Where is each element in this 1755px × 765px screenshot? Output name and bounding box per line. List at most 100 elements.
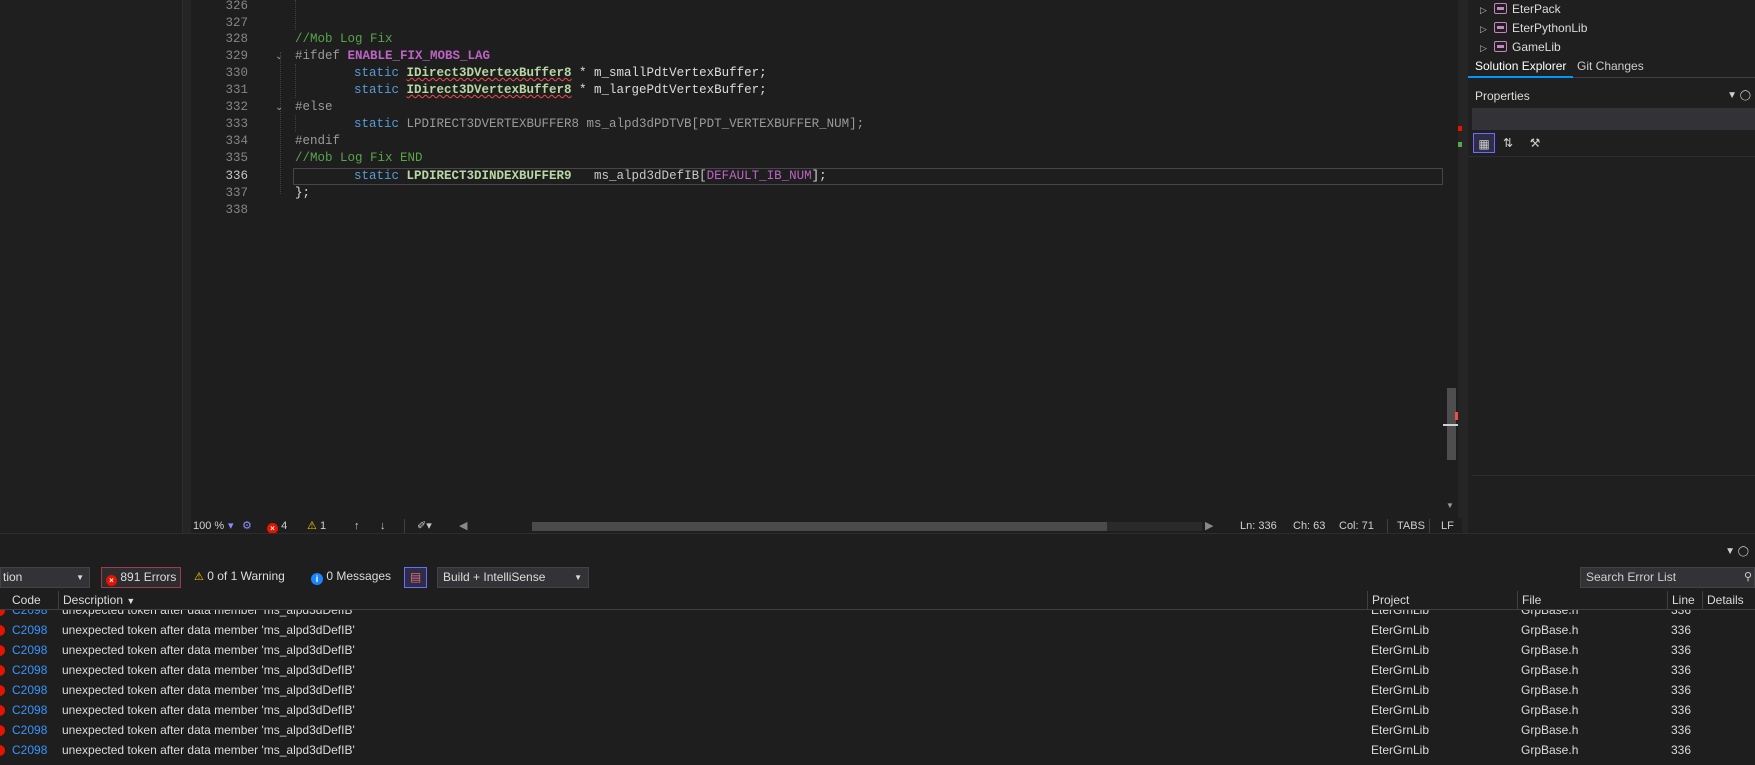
solution-tree-item[interactable]: ▷ EterPack [1480,0,1561,19]
cursor-line[interactable]: Ln: 336 [1240,519,1277,534]
categorized-icon[interactable]: ▦ [1473,133,1495,153]
error-list-rows: C2098 unexpected token after data member… [0,610,1755,765]
cleanup-icon[interactable]: ✐▾ [417,519,432,534]
table-row[interactable]: C2098 unexpected token after data member… [0,720,1755,740]
editor-vertical-scrollbar[interactable]: ▼ [1443,0,1459,518]
alphabetical-icon[interactable]: ⇅ [1497,133,1519,153]
preprocessor: #ifdef [295,49,348,63]
cursor-column[interactable]: Col: 71 [1339,519,1374,534]
build-source-dropdown[interactable]: Build + IntelliSense ▼ [437,567,589,588]
line-number: 326 [225,0,248,13]
error-code[interactable]: C2098 [12,660,47,680]
solution-tree-item[interactable]: ▷ EterPythonLib [1480,19,1587,38]
code-line-335: //Mob Log Fix END [295,150,423,167]
scrollbar-thumb[interactable] [532,522,1107,531]
left-splitter[interactable] [183,0,191,533]
error-file: GrpBase.h [1521,663,1579,677]
panel-controls[interactable]: ▼ ◯ [1727,85,1751,107]
table-row[interactable]: C2098 unexpected token after data member… [0,660,1755,680]
scroll-left-icon[interactable]: ◀ [459,519,467,534]
error-icon [0,725,5,736]
table-row[interactable]: C2098 unexpected token after data member… [0,680,1755,700]
table-row[interactable]: C2098 unexpected token after data member… [0,610,1755,620]
divider [1387,519,1388,534]
pin-icon[interactable]: ◯ [1738,546,1749,557]
next-issue-icon[interactable]: ↓ [380,519,386,534]
code-line-328: //Mob Log Fix [295,31,393,48]
error-line: 336 [1671,723,1692,737]
code-editor[interactable]: 326 327 328 329 330 331 332 333 334 335 … [192,0,1462,518]
column-file[interactable]: File [1517,591,1541,610]
table-row[interactable]: C2098 unexpected token after data member… [0,620,1755,640]
tab-git-changes[interactable]: Git Changes [1570,56,1651,78]
error-code[interactable]: C2098 [12,700,47,720]
panel-controls[interactable]: ▼ ◯ [1725,546,1749,557]
error-code[interactable]: C2098 [12,620,47,640]
error-code[interactable]: C2098 [12,610,47,620]
error-description: unexpected token after data member 'ms_a… [62,663,355,677]
expand-icon[interactable]: ▷ [1480,20,1494,39]
indent-guide [295,64,296,98]
keyword: static [354,169,407,183]
code-text: ]; [811,169,827,183]
error-project: EterGrnLib [1371,723,1430,737]
dropdown-icon[interactable]: ▼ [1725,546,1735,557]
scroll-down-icon[interactable]: ▼ [1446,501,1454,510]
properties-object-selector[interactable] [1472,108,1755,130]
properties-title: Properties [1475,89,1530,103]
dropdown-icon[interactable]: ▼ [1727,90,1737,101]
search-icon[interactable]: ⚲ [1744,568,1752,587]
column-description[interactable]: Description ▼ [58,591,135,610]
messages-filter-button[interactable]: i 0 Messages [307,567,395,588]
errors-filter-label: 891 Errors [120,570,177,584]
table-row[interactable]: C2098 unexpected token after data member… [0,700,1755,720]
error-description: unexpected token after data member 'ms_a… [62,643,355,657]
code-text: }; [295,186,311,200]
solution-tree-item[interactable]: ▷ GameLib [1480,38,1561,57]
column-code[interactable]: Code [8,591,41,610]
errors-filter-button[interactable]: × 891 Errors [101,567,182,588]
error-code[interactable]: C2098 [12,680,47,700]
code-line-332: #else [295,99,333,116]
previous-issue-icon[interactable]: ↑ [354,519,360,534]
line-ending[interactable]: LF [1441,519,1454,534]
chevron-down-icon: ▼ [76,573,84,582]
error-file: GrpBase.h [1521,703,1579,717]
error-line: 336 [1671,703,1692,717]
table-row[interactable]: C2098 unexpected token after data member… [0,640,1755,660]
line-number: 333 [225,117,248,131]
expand-icon[interactable]: ▷ [1480,1,1494,20]
warning-count[interactable]: ⚠ 1 [307,519,326,534]
error-code[interactable]: C2098 [12,640,47,660]
indentation-mode[interactable]: TABS [1397,519,1425,534]
scroll-right-icon[interactable]: ▶ [1205,519,1213,534]
scope-dropdown[interactable]: tion ▼ [0,567,90,588]
chevron-down-icon: ▼ [574,573,582,582]
properties-toolbar: ▦ ⇅ ⚒ [1468,131,1755,157]
column-project[interactable]: Project [1367,591,1409,610]
editor-horizontal-scrollbar[interactable] [532,522,1202,531]
indent-guide [295,0,296,30]
error-line: 336 [1671,663,1692,677]
search-error-list-input[interactable]: Search Error List ⚲ [1580,567,1755,588]
tree-item-label: EterPack [1512,2,1561,16]
tab-solution-explorer[interactable]: Solution Explorer [1468,56,1574,78]
zoom-dropdown-icon[interactable]: ▾ [228,519,234,534]
table-row[interactable]: C2098 unexpected token after data member… [0,740,1755,760]
warnings-filter-button[interactable]: ⚠ 0 of 1 Warning [190,567,289,588]
pin-icon[interactable]: ◯ [1740,90,1751,101]
filter-toggle-icon[interactable]: ▤ [404,567,427,588]
column-details[interactable]: Details [1702,591,1744,610]
cursor-char[interactable]: Ch: 63 [1293,519,1325,534]
error-line: 336 [1671,743,1692,757]
property-pages-icon[interactable]: ⚒ [1524,133,1546,153]
error-count[interactable]: × 4 [267,519,287,534]
column-line[interactable]: Line [1667,591,1695,610]
line-number: 331 [225,83,248,97]
zoom-level[interactable]: 100 % [193,519,224,534]
error-code[interactable]: C2098 [12,740,47,760]
error-icon [0,685,5,696]
health-icon[interactable]: ⚙ [242,519,252,534]
build-source-value: Build + IntelliSense [443,570,546,584]
error-code[interactable]: C2098 [12,720,47,740]
